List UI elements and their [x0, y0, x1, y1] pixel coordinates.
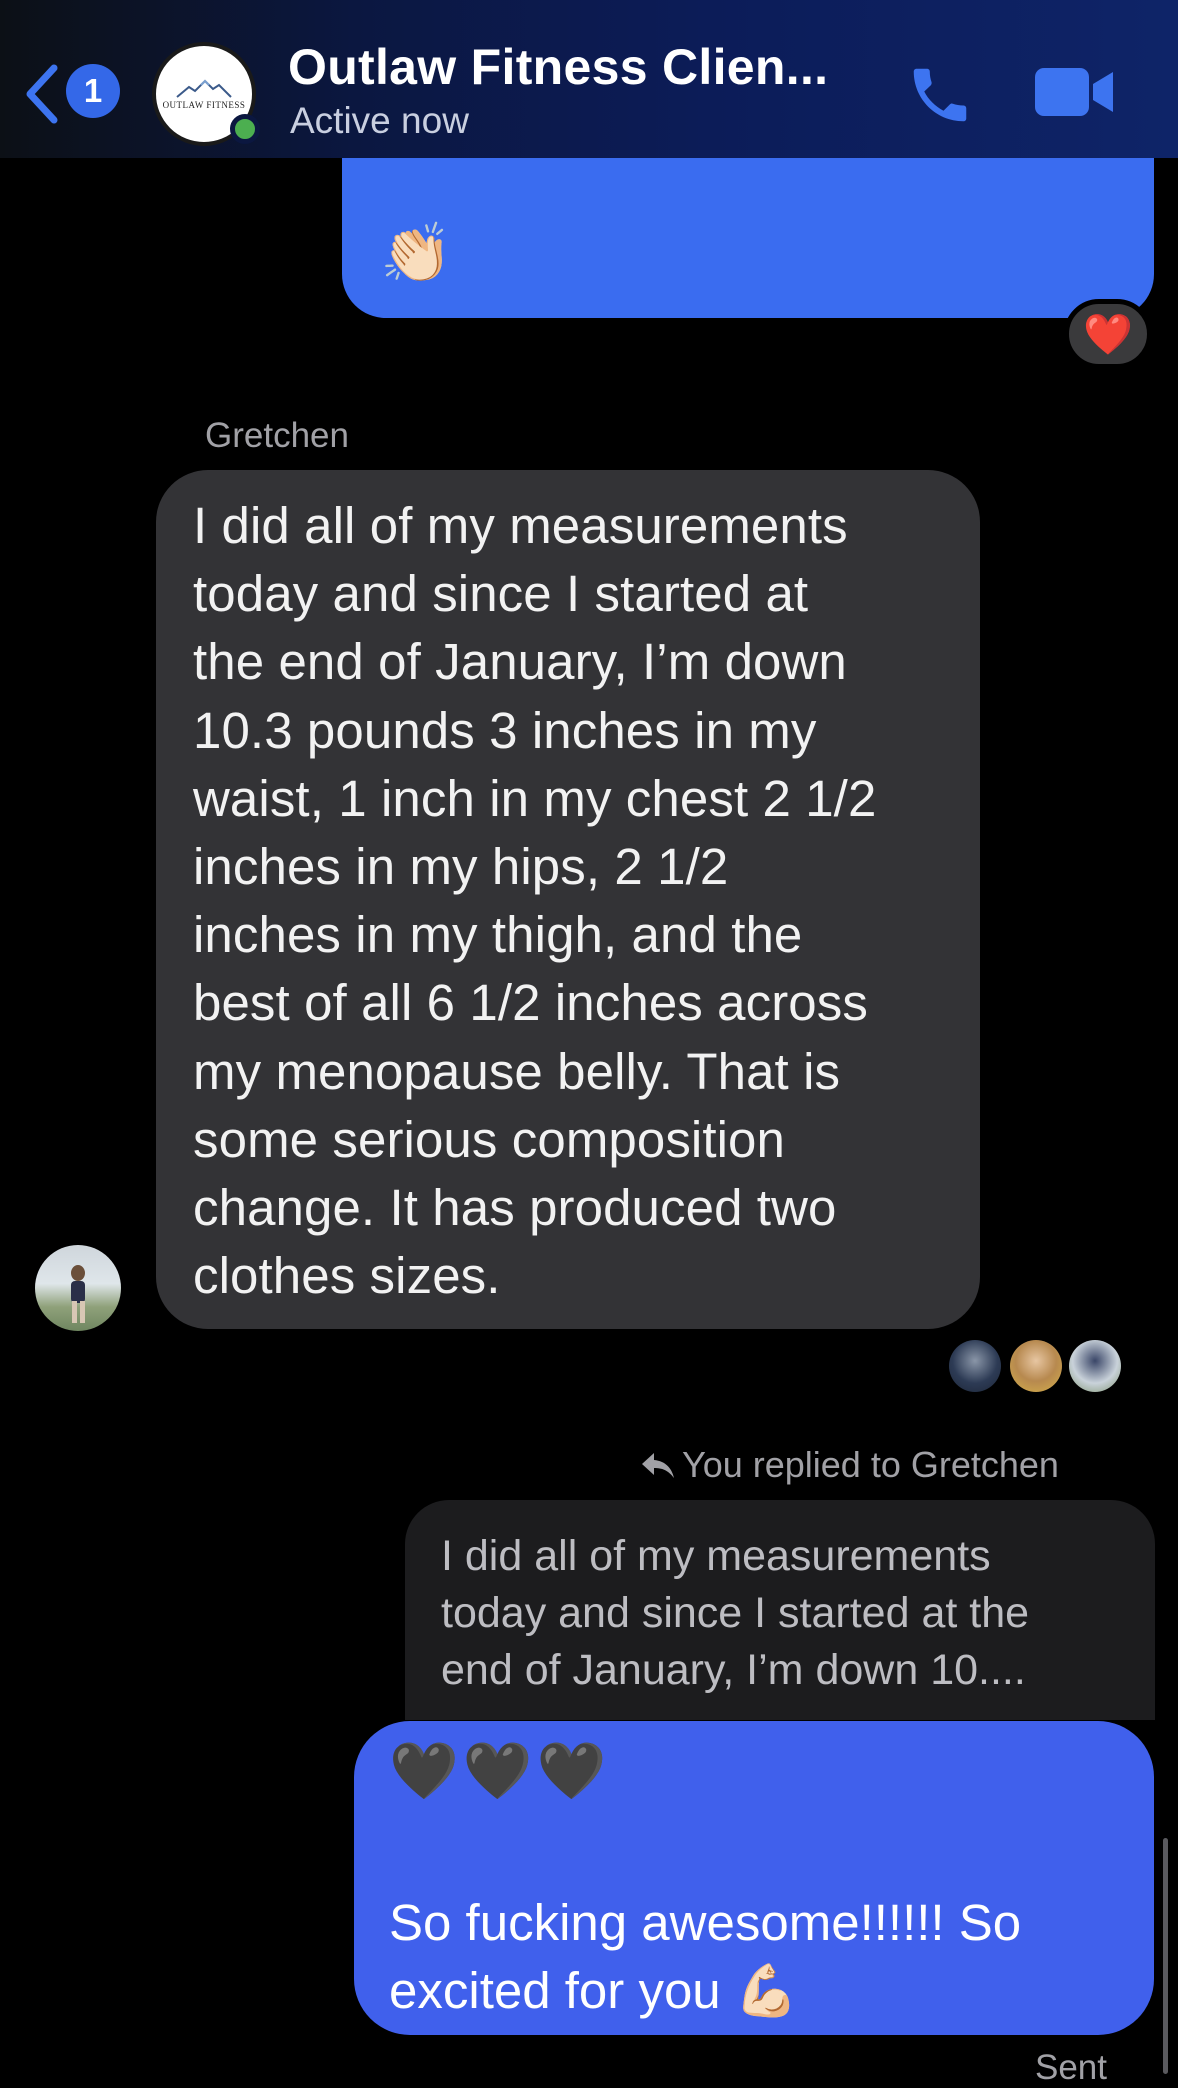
scrollbar[interactable] — [1163, 1838, 1168, 2074]
back-button[interactable]: 1 — [22, 58, 132, 128]
read-receipt-avatar — [1069, 1340, 1121, 1392]
sender-name: Gretchen — [205, 416, 349, 455]
message-line: inches in my thigh, and the — [193, 906, 803, 964]
chat-header: 1 OUTLAW FITNESS Outlaw Fitness Clien...… — [0, 0, 1178, 158]
quoted-line: today and since I started at the — [441, 1589, 1030, 1637]
person-photo-icon — [71, 1265, 85, 1323]
video-call-button[interactable] — [1033, 64, 1115, 120]
quoted-line: end of January, I’m down 10.... — [441, 1646, 1026, 1694]
video-camera-icon — [1035, 68, 1113, 116]
message-line: best of all 6 1/2 inches across — [193, 974, 868, 1032]
black-hearts-emoji: 🖤🖤🖤 — [389, 1739, 611, 1802]
online-status-dot — [230, 114, 260, 144]
active-status: Active now — [290, 100, 469, 141]
line-spacer — [389, 1813, 1118, 1889]
sent-status: Sent — [1035, 2048, 1107, 2087]
message-line: I did all of my measurements — [193, 497, 848, 554]
phone-icon — [913, 68, 967, 122]
message-line: today and since I started at — [193, 565, 809, 623]
read-receipt-avatar — [1010, 1340, 1062, 1392]
reply-message-bubble[interactable]: 🖤🖤🖤 So fucking awesome!!!!!! So excited … — [354, 1721, 1154, 2035]
message-line: my menopause belly. That is — [193, 1042, 841, 1100]
clapping-hands-emoji: 👏🏻 — [380, 221, 453, 286]
group-avatar[interactable]: OUTLAW FITNESS — [152, 42, 260, 146]
chevron-left-icon — [26, 64, 58, 124]
reply-indicator: You replied to Gretchen — [640, 1444, 1059, 1486]
mountain-logo-icon — [176, 79, 232, 98]
reply-indicator-text: You replied to Gretchen — [682, 1444, 1059, 1485]
incoming-message-bubble[interactable]: I did all of my measurements today and s… — [156, 470, 980, 1329]
read-receipt-avatar — [949, 1340, 1001, 1392]
quoted-message[interactable]: I did all of my measurements today and s… — [405, 1500, 1155, 1720]
message-line: excited for you 💪🏻 — [389, 1962, 799, 2019]
message-line: clothes sizes. — [193, 1247, 501, 1305]
unread-count-badge: 1 — [66, 64, 120, 118]
sender-avatar[interactable] — [35, 1245, 121, 1331]
call-button[interactable] — [905, 60, 975, 130]
heart-reaction[interactable]: ❤️ — [1064, 299, 1152, 369]
message-line: 10.3 pounds 3 inches in my — [193, 701, 817, 759]
message-line: some serious composition — [193, 1110, 785, 1168]
logo-text: OUTLAW FITNESS — [162, 99, 246, 110]
message-line: inches in my hips, 2 1/2 — [193, 838, 729, 896]
message-line: waist, 1 inch in my chest 2 1/2 — [193, 769, 877, 827]
quoted-line: I did all of my measurements — [441, 1532, 991, 1580]
message-line: So fucking awesome!!!!!! So — [389, 1894, 1022, 1951]
message-line: the end of January, I’m down — [193, 633, 847, 691]
conversation-title[interactable]: Outlaw Fitness Clien... — [288, 38, 828, 96]
reply-arrow-icon — [642, 1453, 674, 1478]
message-line: change. It has produced two — [193, 1179, 837, 1237]
